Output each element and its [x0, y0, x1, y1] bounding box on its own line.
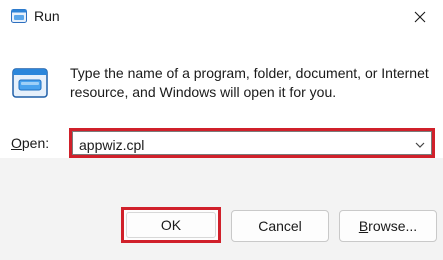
open-input[interactable] [79, 136, 399, 154]
open-label-rest: pen: [21, 135, 50, 151]
browse-button-label: Browse... [359, 218, 417, 234]
open-combobox[interactable] [69, 128, 435, 158]
close-icon [414, 11, 426, 23]
run-icon [11, 9, 27, 23]
cancel-button-label: Cancel [258, 218, 302, 234]
run-dialog: Run Type the name of a program, folder, … [0, 0, 443, 260]
close-button[interactable] [397, 0, 443, 34]
run-icon [12, 68, 48, 98]
browse-button[interactable]: Browse... [339, 210, 437, 242]
cancel-button[interactable]: Cancel [231, 210, 329, 242]
open-combobox-frame [72, 131, 432, 155]
browse-label-rest: rowse... [368, 218, 418, 234]
ok-button-face: OK [126, 212, 216, 238]
ok-button[interactable]: OK [121, 207, 221, 243]
open-label: Open: [11, 135, 49, 151]
title-bar[interactable]: Run [0, 0, 443, 34]
content-panel: Type the name of a program, folder, docu… [0, 34, 443, 158]
browse-mnemonic: B [358, 218, 369, 234]
open-label-mnemonic: O [11, 135, 22, 151]
description-text: Type the name of a program, folder, docu… [70, 65, 429, 100]
window-title: Run [34, 8, 60, 24]
chevron-down-icon[interactable] [414, 138, 426, 150]
ok-button-label: OK [160, 217, 182, 233]
